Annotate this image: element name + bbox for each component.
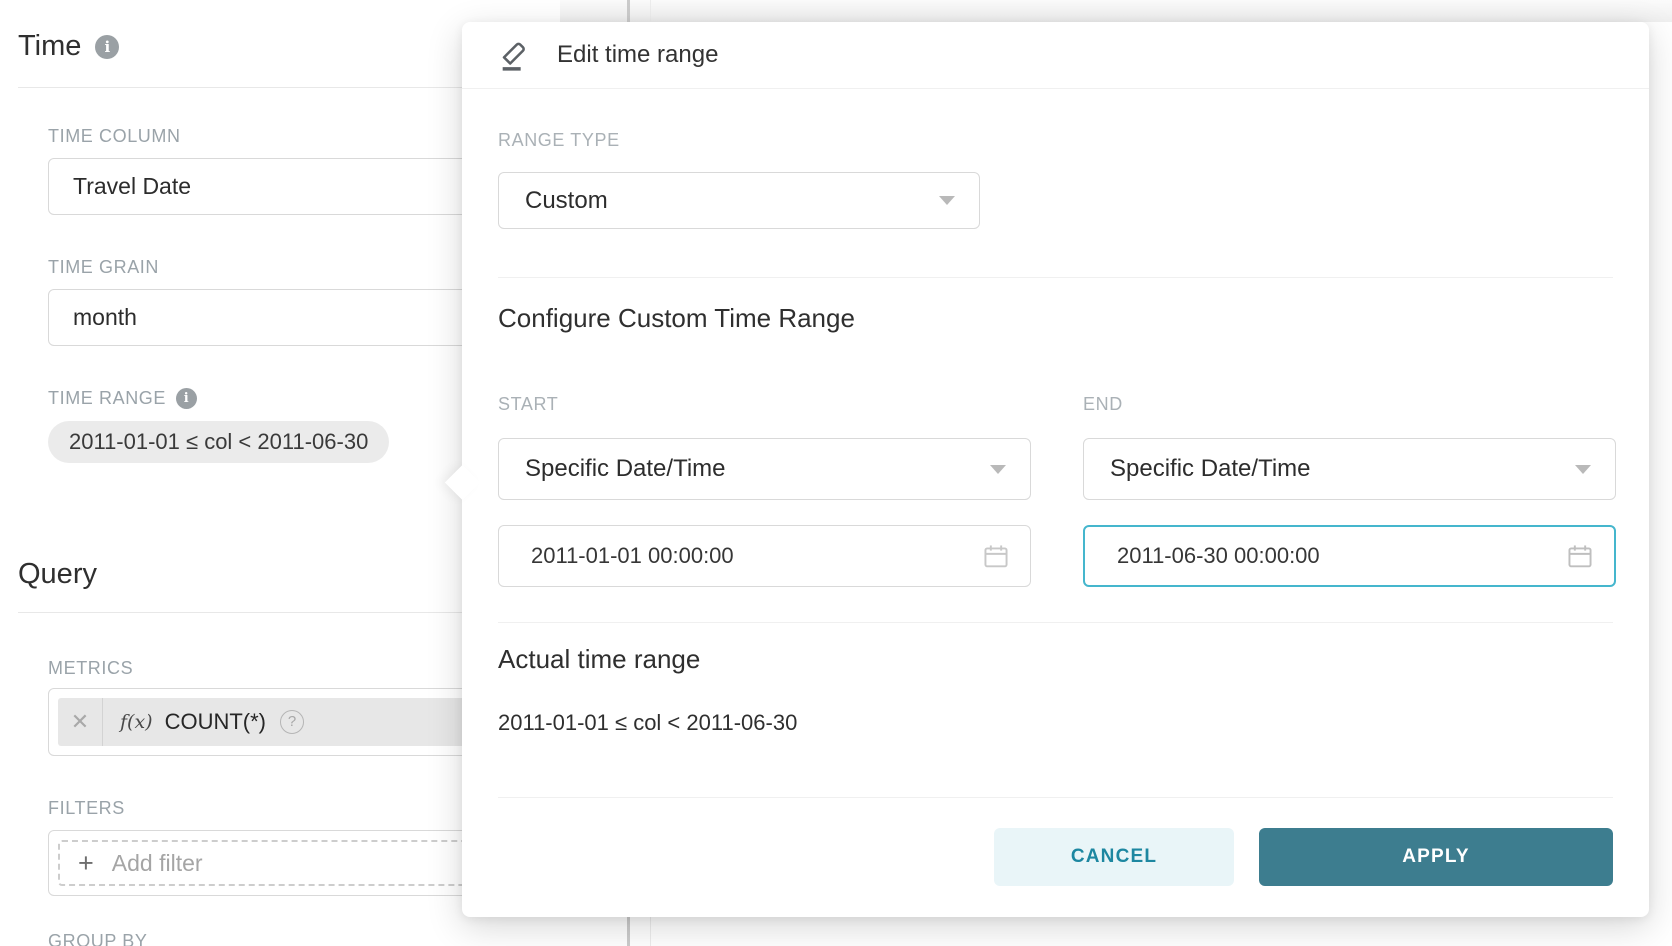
start-label: START xyxy=(498,394,558,415)
configure-heading: Configure Custom Time Range xyxy=(498,303,855,334)
popover-header: Edit time range xyxy=(462,22,1649,89)
edit-pencil-icon xyxy=(496,37,533,74)
time-column-label: TIME COLUMN xyxy=(48,126,181,147)
top-band xyxy=(560,0,1672,22)
question-circle-icon[interactable]: ? xyxy=(280,710,304,734)
time-grain-label: TIME GRAIN xyxy=(48,257,159,278)
chevron-down-icon xyxy=(990,465,1006,474)
popover-title: Edit time range xyxy=(557,41,718,69)
actual-range-heading: Actual time range xyxy=(498,644,700,675)
start-mode-value: Specific Date/Time xyxy=(525,455,726,483)
apply-button[interactable]: APPLY xyxy=(1259,828,1613,886)
start-mode-select[interactable]: Specific Date/Time xyxy=(498,438,1031,500)
end-datetime-input[interactable] xyxy=(1117,543,1566,569)
calendar-icon[interactable] xyxy=(1566,542,1594,570)
time-section-label: Time xyxy=(18,30,81,63)
range-type-select[interactable]: Custom xyxy=(498,172,980,229)
end-label: END xyxy=(1083,394,1123,415)
chevron-down-icon xyxy=(1575,465,1591,474)
popover-divider xyxy=(498,622,1613,623)
popover-footer: CANCEL APPLY xyxy=(994,828,1613,886)
time-range-pill[interactable]: 2011-01-01 ≤ col < 2011-06-30 xyxy=(48,421,389,463)
time-range-label: TIME RANGE i xyxy=(48,388,197,409)
remove-metric-icon[interactable]: ✕ xyxy=(58,698,102,746)
explore-view: Time i TIME COLUMN Travel Date TIME GRAI… xyxy=(0,0,1672,946)
end-datetime-field xyxy=(1083,525,1616,587)
cancel-button[interactable]: CANCEL xyxy=(994,828,1234,886)
time-column-value: Travel Date xyxy=(73,173,191,200)
end-mode-select[interactable]: Specific Date/Time xyxy=(1083,438,1616,500)
start-datetime-input[interactable] xyxy=(531,543,982,569)
function-icon: f(x) xyxy=(120,711,153,733)
actual-range-value: 2011-01-01 ≤ col < 2011-06-30 xyxy=(498,710,797,736)
info-icon[interactable]: i xyxy=(176,388,197,409)
popover-divider xyxy=(498,797,1613,798)
time-grain-value: month xyxy=(73,304,137,331)
time-section-title: Time i xyxy=(18,30,119,63)
start-datetime-field xyxy=(498,525,1031,587)
calendar-icon[interactable] xyxy=(982,542,1010,570)
plus-icon: + xyxy=(78,850,94,877)
range-type-value: Custom xyxy=(525,187,608,215)
metrics-label: METRICS xyxy=(48,658,133,679)
edit-time-range-popover: Edit time range RANGE TYPE Custom Config… xyxy=(462,22,1649,917)
query-section-label: Query xyxy=(18,558,97,591)
end-mode-value: Specific Date/Time xyxy=(1110,455,1311,483)
range-type-label: RANGE TYPE xyxy=(498,130,620,151)
metric-name: COUNT(*) xyxy=(165,709,266,735)
chevron-down-icon xyxy=(939,196,955,205)
query-section-title: Query xyxy=(18,558,97,591)
popover-arrow xyxy=(445,465,480,500)
info-icon[interactable]: i xyxy=(95,35,119,59)
group-by-label: GROUP BY xyxy=(48,931,148,946)
time-range-label-text: TIME RANGE xyxy=(48,388,166,409)
add-filter-label: Add filter xyxy=(112,850,203,877)
filters-label: FILTERS xyxy=(48,798,125,819)
popover-divider xyxy=(498,277,1613,278)
chip-separator xyxy=(102,698,103,746)
